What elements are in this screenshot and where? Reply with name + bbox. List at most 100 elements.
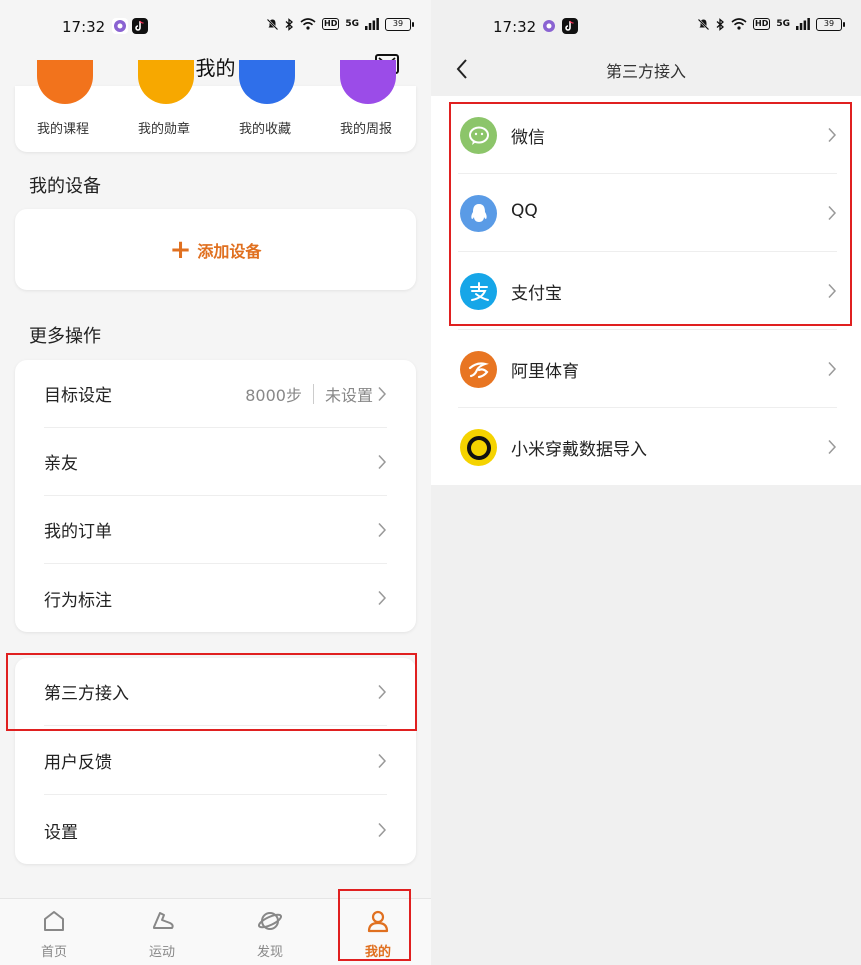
goal-status-value: 未设置: [324, 385, 373, 405]
user-icon: [367, 910, 389, 933]
status-time: 17:32: [62, 18, 106, 36]
status-icons: HD 5G 39: [697, 17, 845, 31]
tab-discover[interactable]: 发现: [230, 899, 310, 965]
row-label: 设置: [44, 822, 78, 843]
qq-icon: [460, 195, 497, 232]
row-label: 目标设定: [44, 386, 112, 406]
tab-home[interactable]: 首页: [14, 899, 94, 965]
shortcut-favorites[interactable]: 我的收藏: [227, 60, 307, 152]
add-device-button[interactable]: + 添加设备: [15, 209, 416, 290]
chevron-right-icon: [828, 205, 837, 221]
tab-label: 发现: [256, 945, 283, 960]
chevron-right-icon: [828, 283, 837, 299]
chevron-right-icon: [378, 454, 387, 469]
battery-icon: 39: [816, 17, 845, 31]
my-orders-row[interactable]: 我的订单: [44, 496, 387, 564]
list-item-ali-sports[interactable]: 阿里体育: [431, 330, 861, 408]
item-label: 微信: [511, 128, 545, 148]
chevron-right-icon: [828, 361, 837, 377]
hd-icon: HD: [322, 18, 340, 30]
shortcut-label: 我的周报: [340, 122, 393, 137]
signal-icon: [796, 18, 810, 30]
status-bar: 17:32 HD 5G 39: [0, 0, 431, 46]
signal-icon: [365, 18, 379, 30]
wifi-icon: [731, 18, 747, 30]
settings-row[interactable]: 设置: [44, 796, 387, 864]
behavior-annotation-row[interactable]: 行为标注: [44, 564, 387, 632]
battery-icon: 39: [385, 17, 414, 31]
bluetooth-icon: [716, 17, 724, 31]
chevron-right-icon: [378, 684, 387, 699]
wechat-icon: [460, 117, 497, 154]
tab-label: 我的: [364, 945, 391, 960]
battery-level: 39: [823, 18, 835, 28]
status-icons: HD 5G 39: [266, 17, 414, 31]
goal-setting-row[interactable]: 目标设定 8000步 未设置: [44, 360, 387, 428]
hd-icon: HD: [753, 18, 771, 30]
divider: [312, 383, 314, 404]
item-label: 阿里体育: [511, 362, 579, 382]
chevron-right-icon: [828, 127, 837, 143]
bottom-tab-bar: 首页 运动 发现 我的: [0, 898, 431, 965]
app-notification-icon: [112, 18, 128, 34]
shortcut-medals[interactable]: 我的勋章: [126, 60, 206, 152]
planet-icon: [258, 912, 282, 930]
chevron-right-icon: [378, 522, 387, 537]
status-bar: 17:32 HD 5G 39: [431, 0, 861, 46]
shortcut-label: 我的收藏: [239, 122, 292, 137]
row-label: 用户反馈: [44, 753, 112, 773]
list-item-wechat[interactable]: 微信: [431, 96, 861, 174]
row-label: 亲友: [44, 454, 78, 474]
page-title: 第三方接入: [605, 62, 686, 81]
weekly-report-icon: [340, 60, 396, 104]
chevron-right-icon: [828, 439, 837, 455]
mute-icon: [697, 18, 710, 30]
tiktok-icon: [562, 18, 578, 34]
shortcut-weekly[interactable]: 我的周报: [328, 60, 408, 152]
ali-sports-icon: [460, 351, 497, 388]
row-label: 我的订单: [44, 522, 112, 542]
shortcut-label: 我的勋章: [138, 122, 191, 137]
devices-section-title: 我的设备: [29, 176, 101, 197]
favorites-icon: [239, 60, 295, 104]
item-label: 小米穿戴数据导入: [511, 440, 647, 460]
goal-steps-value: 8000步: [245, 385, 302, 405]
shoe-icon: [153, 912, 174, 929]
chevron-right-icon: [378, 822, 387, 838]
tab-label: 运动: [148, 945, 175, 960]
more-section-title: 更多操作: [29, 326, 101, 347]
settings-card: 第三方接入 用户反馈 设置: [15, 658, 416, 864]
my-page: 17:32 HD 5G 39 我的 我的课程 我的勋章 我的收藏 我的周报 我的…: [0, 0, 431, 965]
list-item-qq[interactable]: QQ: [431, 174, 861, 252]
bluetooth-icon: [285, 17, 293, 31]
tab-sports[interactable]: 运动: [122, 899, 202, 965]
third-party-access-row[interactable]: 第三方接入: [44, 658, 387, 726]
tiktok-icon: [132, 18, 148, 34]
third-party-list: 微信 QQ 支付宝 阿里体育 小米穿戴数据导入: [431, 96, 861, 485]
tab-me[interactable]: 我的: [338, 899, 418, 965]
nav-header: 第三方接入: [431, 46, 861, 96]
chevron-right-icon: [378, 386, 387, 401]
family-friends-row[interactable]: 亲友: [44, 428, 387, 496]
tab-label: 首页: [40, 945, 67, 960]
item-label: 支付宝: [511, 284, 562, 304]
chevron-right-icon: [378, 753, 387, 768]
wifi-icon: [300, 18, 316, 30]
status-time: 17:32: [493, 18, 537, 36]
shortcut-card: 我的课程 我的勋章 我的收藏 我的周报: [15, 60, 416, 152]
plus-icon: +: [169, 234, 192, 265]
alipay-icon: [460, 273, 497, 310]
shortcut-courses[interactable]: 我的课程: [25, 60, 105, 152]
row-label: 第三方接入: [44, 684, 129, 704]
feedback-row[interactable]: 用户反馈: [44, 727, 387, 795]
list-item-alipay[interactable]: 支付宝: [431, 252, 861, 330]
item-label: QQ: [511, 201, 538, 221]
row-label: 行为标注: [44, 590, 112, 611]
network-type: 5G: [345, 19, 359, 29]
app-notification-icon: [541, 18, 557, 34]
mute-icon: [266, 18, 279, 30]
more-actions-card: 目标设定 8000步 未设置 亲友 我的订单 行为标注: [15, 360, 416, 632]
chevron-right-icon: [378, 590, 387, 606]
network-type: 5G: [776, 19, 790, 29]
list-item-xiaomi-wear[interactable]: 小米穿戴数据导入: [431, 408, 861, 486]
